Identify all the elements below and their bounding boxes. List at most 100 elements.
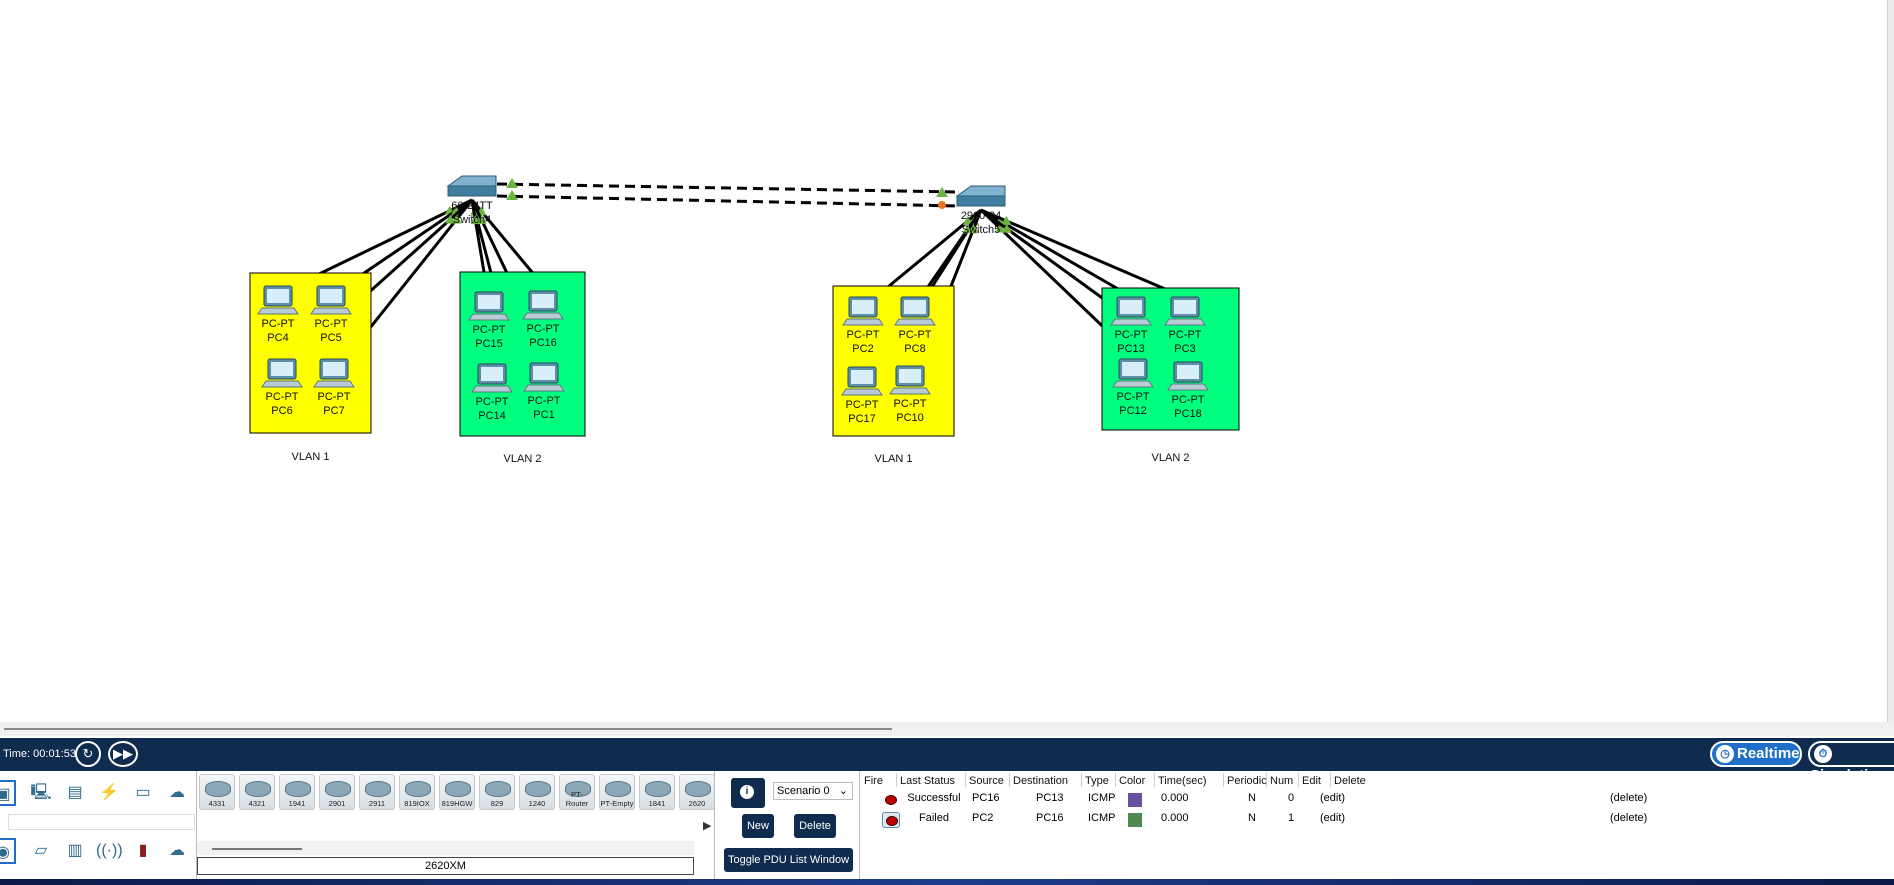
column-divider	[1298, 773, 1299, 787]
scenario-info-button[interactable]: i	[731, 778, 765, 808]
pc-icon[interactable]	[313, 358, 355, 388]
connections-icon[interactable]: ⚡	[96, 780, 122, 806]
pc-model-label: PC-PT	[1117, 391, 1150, 403]
pc-model-label: PC-PT	[266, 391, 299, 403]
delete-scenario-button[interactable]: Delete	[794, 814, 836, 838]
pc-name-label: PC2	[852, 343, 873, 355]
components-icon[interactable]: ▤	[62, 780, 88, 806]
column-header-delete[interactable]: Delete	[1334, 775, 1366, 787]
column-header-num[interactable]: Num	[1270, 775, 1293, 787]
wireless-devices-icon[interactable]: ((·))	[96, 838, 123, 864]
device-tile-label: 1941	[288, 799, 306, 808]
pc-icon[interactable]	[257, 285, 299, 315]
pc-name-label: PC8	[904, 343, 925, 355]
device-tile-label: 1841	[648, 799, 666, 808]
miscellaneous-icon[interactable]: ▭	[130, 780, 156, 806]
realtime-mode-button[interactable]: ◷ Realtime	[1710, 741, 1802, 767]
delete-link[interactable]: (delete)	[1610, 812, 1647, 824]
device-type-panel: 4331 4321 1941 2901 2911 819IOX 819HGW 829 1240 P…	[197, 771, 715, 879]
fire-pdu-icon[interactable]	[882, 792, 898, 806]
device-tile-label: 4331	[208, 799, 226, 808]
network-devices-icon[interactable]: ▣	[0, 780, 16, 806]
topology-canvas[interactable]: VLAN 1 VLAN 2 VLAN 1 VLAN 2 60-24TT Switch4 2…	[0, 0, 1894, 722]
monitor-screen	[323, 362, 345, 376]
workspace-horizontal-scrollbar[interactable]	[0, 722, 1894, 736]
simulation-mode-button[interactable]: ⏱Simulation	[1808, 741, 1894, 784]
delete-link[interactable]: (delete)	[1610, 792, 1647, 804]
device-tile-819iox[interactable]: 819IOX	[399, 774, 435, 810]
column-header-fire[interactable]: Fire	[864, 775, 883, 787]
scrollbar-thumb[interactable]	[212, 848, 302, 850]
switch-icon[interactable]	[955, 185, 1006, 207]
column-header-periodic[interactable]: Periodic	[1227, 775, 1267, 787]
column-header-time-sec[interactable]: Time(sec)	[1158, 775, 1206, 787]
toggle-pdu-list-button[interactable]: Toggle PDU List Window	[724, 848, 853, 872]
device-tile-pt-router[interactable]: PT-Router	[559, 774, 595, 810]
fast-forward-time-button[interactable]: ▶▶	[108, 741, 138, 767]
pc-model-label: PC-PT	[847, 329, 880, 341]
pdu-type-cell: ICMP	[1088, 792, 1116, 804]
pc-icon[interactable]	[523, 362, 565, 392]
column-header-color[interactable]: Color	[1119, 775, 1145, 787]
pc-icon[interactable]	[1164, 296, 1206, 326]
device-tile-1841[interactable]: 1841	[639, 774, 675, 810]
pc-icon[interactable]	[1110, 296, 1152, 326]
switches-icon[interactable]: ▱	[28, 838, 54, 864]
keyboard	[842, 318, 884, 326]
pc-icon[interactable]	[471, 363, 513, 393]
pc-icon[interactable]	[841, 366, 883, 396]
column-header-destination[interactable]: Destination	[1013, 775, 1068, 787]
pdu-color-swatch	[1128, 793, 1142, 807]
pc-name-label: PC17	[848, 413, 876, 425]
pc-icon[interactable]	[1112, 358, 1154, 388]
router-icon	[525, 781, 551, 797]
end-devices-icon[interactable]: 🖳	[28, 780, 54, 806]
workspace-vertical-scrollbar[interactable]	[1887, 0, 1894, 722]
scenario-select[interactable]: Scenario 0 ⌄	[773, 782, 853, 800]
pc-icon[interactable]	[522, 290, 564, 320]
new-scenario-button[interactable]: New	[742, 814, 774, 838]
pdu-num-cell: 0	[1287, 792, 1295, 804]
column-header-last-status[interactable]: Last Status	[900, 775, 955, 787]
device-strip-scrollbar[interactable]	[197, 841, 694, 855]
switch-model-label: 60-24TT	[451, 200, 493, 212]
security-icon[interactable]: ▮	[130, 838, 156, 864]
device-tile-829[interactable]: 829	[479, 774, 515, 810]
pdu-periodic-cell: N	[1248, 812, 1256, 824]
pc-icon[interactable]	[261, 358, 303, 388]
column-header-source[interactable]: Source	[969, 775, 1004, 787]
trunk-cable[interactable]	[496, 194, 959, 208]
device-tile-4331[interactable]: 4331	[199, 774, 235, 810]
fire-pdu-icon[interactable]	[882, 812, 900, 828]
device-tile-2901[interactable]: 2901	[319, 774, 355, 810]
switch-icon[interactable]	[446, 175, 497, 197]
edit-link[interactable]: (edit)	[1320, 792, 1345, 804]
multiuser-icon[interactable]: ☁	[164, 780, 190, 806]
column-header-edit[interactable]: Edit	[1302, 775, 1321, 787]
scrollbar-thumb[interactable]	[4, 728, 892, 730]
device-tile-1941[interactable]: 1941	[279, 774, 315, 810]
column-header-type[interactable]: Type	[1085, 775, 1109, 787]
device-tile-819hgw[interactable]: 819HGW	[439, 774, 475, 810]
device-tile-2620[interactable]: 2620	[679, 774, 715, 810]
info-icon: i	[740, 785, 754, 799]
pc-icon[interactable]	[842, 296, 884, 326]
power-cycle-devices-button[interactable]: ↻	[75, 741, 101, 767]
hubs-icon[interactable]: ▥	[62, 838, 88, 864]
keyboard	[1164, 318, 1206, 326]
device-tile-1240[interactable]: 1240	[519, 774, 555, 810]
pc-icon[interactable]	[894, 296, 936, 326]
device-tile-4321[interactable]: 4321	[239, 774, 275, 810]
pc-icon[interactable]	[889, 365, 931, 395]
device-tile-pt-empty[interactable]: PT-Empty	[599, 774, 635, 810]
device-tile-2911[interactable]: 2911	[359, 774, 395, 810]
routers-icon[interactable]: ◉	[0, 838, 16, 864]
logical-workspace[interactable]: VLAN 1 VLAN 2 VLAN 1 VLAN 2 60-24TT Switch4 2…	[0, 0, 1894, 738]
pc-icon[interactable]	[1167, 361, 1209, 391]
pc-icon[interactable]	[468, 291, 510, 321]
pc-icon[interactable]	[310, 285, 352, 315]
wan-emulation-icon[interactable]: ☁	[164, 838, 190, 864]
trunk-cable[interactable]	[496, 182, 959, 194]
edit-link[interactable]: (edit)	[1320, 812, 1345, 824]
collapse-arrow-icon[interactable]: ▶	[703, 819, 711, 832]
